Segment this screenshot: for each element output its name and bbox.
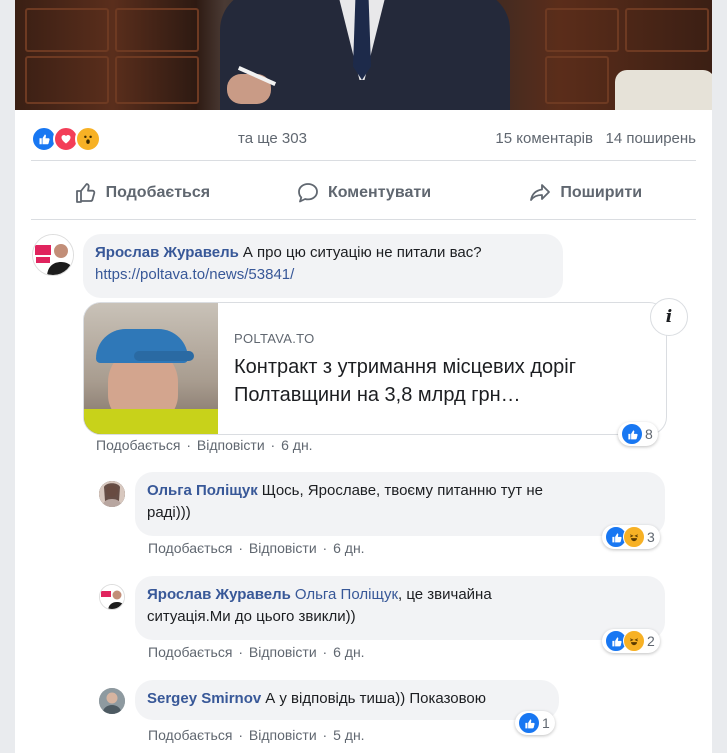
divider [31, 219, 696, 220]
wall-panel [25, 56, 109, 104]
reply-text: ситуація.Ми до цього звикли)) [147, 608, 356, 625]
reply-text: Щось, Ярославе, твоєму питанню тут не [261, 482, 543, 499]
like-icon [621, 423, 643, 445]
wall-panel [545, 8, 619, 52]
reaction-count: 1 [542, 715, 550, 731]
like-icon [518, 712, 540, 734]
reply-meta: Подобається · Відповісти · 6 дн. [148, 540, 365, 556]
reply-time[interactable]: 6 дн. [333, 644, 364, 660]
wall-panel [25, 8, 109, 52]
share-icon [530, 184, 551, 201]
reaction-count: 2 [647, 633, 655, 649]
comment-reply-link[interactable]: Відповісти [197, 437, 265, 453]
reply-like-link[interactable]: Подобається [148, 540, 232, 556]
reply-reply-link[interactable]: Відповісти [249, 540, 317, 556]
comment-author[interactable]: Ярослав Журавель [95, 244, 239, 261]
reply-author[interactable]: Ольга Поліщук [147, 482, 258, 499]
reaction-badge[interactable]: 8 [618, 422, 658, 446]
avatar[interactable] [99, 481, 125, 507]
share-button[interactable]: Поширити [474, 171, 696, 215]
reaction-badge[interactable]: 3 [602, 525, 660, 549]
wall-panel [115, 56, 199, 104]
avatar[interactable] [99, 584, 125, 610]
share-label: Поширити [560, 184, 643, 201]
reply-text: А у відповідь тиша)) Показовою [265, 690, 487, 707]
comment-time[interactable]: 6 дн. [281, 437, 312, 453]
divider [31, 160, 696, 161]
haha-icon [623, 630, 645, 652]
comment-icon [298, 183, 318, 203]
reaction-count: 3 [647, 529, 655, 545]
preview-thumbnail [84, 303, 218, 434]
preview-domain: POLTAVA.TO [234, 331, 315, 346]
reply-text: , це звичайна [398, 586, 492, 603]
reply-meta: Подобається · Відповісти · 5 дн. [148, 727, 365, 743]
reaction-badge[interactable]: 1 [515, 711, 555, 735]
info-icon[interactable]: i [650, 298, 688, 336]
avatar[interactable] [32, 234, 74, 276]
wow-icon [75, 126, 101, 152]
post-card: та ще 303 15 коментарів 14 поширень Подо… [15, 0, 712, 753]
like-label: Подобається [105, 184, 211, 201]
preview-title[interactable]: Контракт з утримання місцевих доріг Полт… [234, 353, 644, 409]
comments-count[interactable]: 15 коментарів [495, 130, 593, 147]
comment-bubble: Ярослав Журавель А про цю ситуацію не пит… [83, 234, 563, 298]
reply-bubble: Ольга Поліщук Щось, Ярославе, твоєму пита… [135, 472, 665, 536]
shares-count[interactable]: 14 поширень [605, 130, 696, 147]
wall-panel [545, 56, 609, 104]
reactions-more-text[interactable]: та ще 303 [238, 130, 307, 147]
like-button[interactable]: Подобається [31, 171, 253, 215]
comment-link[interactable]: https://poltava.to/news/53841/ [95, 266, 294, 283]
comment-button[interactable]: Коментувати [253, 171, 475, 215]
reply-bubble: Sergey Smirnov А у відповідь тиша)) Показ… [135, 680, 559, 720]
reaction-summary: та ще 303 15 коментарів 14 поширень [15, 120, 712, 158]
reaction-badge[interactable]: 2 [602, 629, 660, 653]
reply-like-link[interactable]: Подобається [148, 644, 232, 660]
reply-bubble: Ярослав Журавель Ольга Поліщук, це звичай… [135, 576, 665, 640]
desk-phone [615, 70, 712, 110]
comment-meta: Подобається · Відповісти · 6 дн. [96, 437, 313, 453]
reply-reply-link[interactable]: Відповісти [249, 727, 317, 743]
comment-text: А про цю ситуацію не питали вас? [242, 244, 482, 261]
reaction-count: 8 [645, 426, 653, 442]
reply-reply-link[interactable]: Відповісти [249, 644, 317, 660]
avatar[interactable] [99, 688, 125, 714]
comment-label: Коментувати [327, 184, 432, 201]
reply-time[interactable]: 6 дн. [333, 540, 364, 556]
reply-author[interactable]: Sergey Smirnov [147, 690, 261, 707]
comment-like-link[interactable]: Подобається [96, 437, 180, 453]
reply-like-link[interactable]: Подобається [148, 727, 232, 743]
reply-author[interactable]: Ярослав Журавель [147, 586, 291, 603]
wall-panel [625, 8, 709, 52]
thumbs-up-icon [75, 183, 95, 203]
post-photo[interactable] [15, 0, 712, 110]
haha-icon [623, 526, 645, 548]
wall-panel [115, 8, 199, 52]
reply-meta: Подобається · Відповісти · 6 дн. [148, 644, 365, 660]
reply-mention[interactable]: Ольга Поліщук [295, 586, 398, 603]
reply-text: раді))) [147, 504, 191, 521]
link-preview[interactable]: POLTAVA.TO Контракт з утримання місцевих… [83, 302, 667, 435]
reply-time[interactable]: 5 дн. [333, 727, 364, 743]
post-actions: Подобається Коментувати Поширити [31, 171, 696, 215]
counts: 15 коментарів 14 поширень [495, 130, 696, 147]
person-tie [353, 0, 371, 80]
